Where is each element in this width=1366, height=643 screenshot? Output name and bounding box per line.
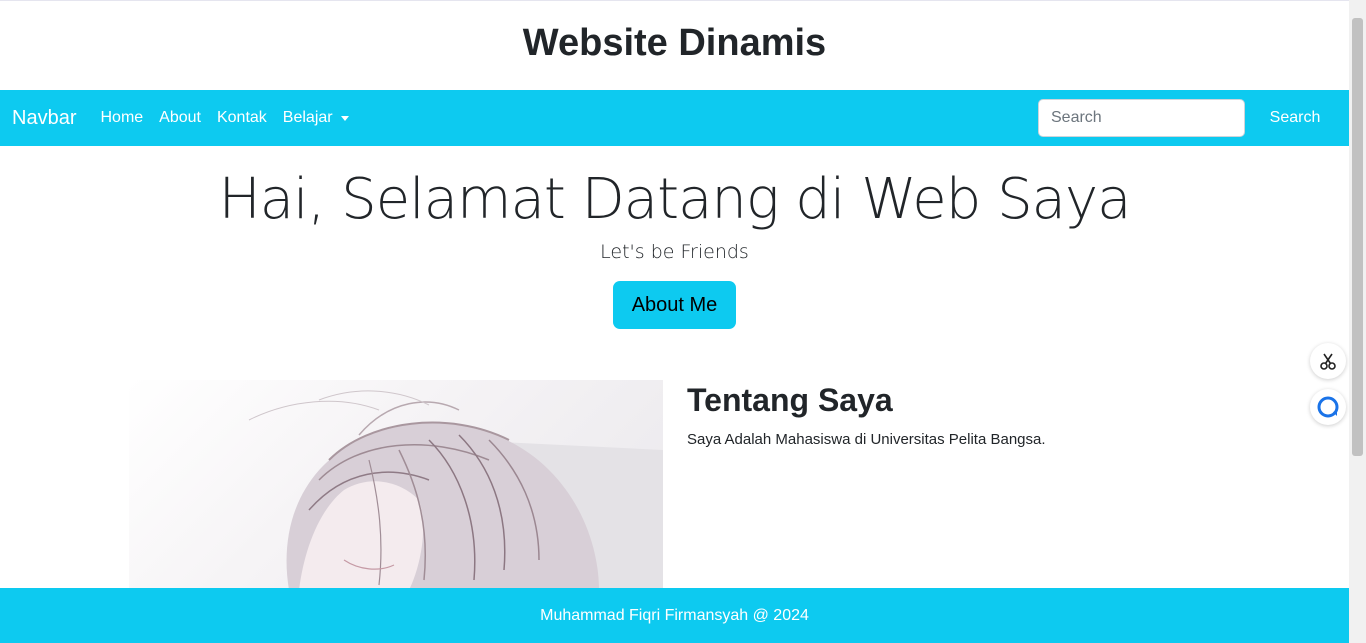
profile-image	[129, 380, 663, 590]
caret-down-icon	[340, 115, 349, 121]
hero-subtitle: Let's be Friends	[600, 241, 749, 263]
navbar-brand[interactable]: Navbar	[12, 107, 76, 130]
nav-link-home[interactable]: Home	[100, 109, 143, 127]
nav-dropdown-label: Belajar	[282, 109, 333, 126]
chat-bubble-glyph	[1317, 396, 1339, 418]
search-input[interactable]	[1038, 99, 1245, 137]
nav-link-about[interactable]: About	[159, 109, 201, 127]
nav-dropdown-belajar[interactable]: Belajar	[283, 109, 349, 127]
navbar: Navbar Home About Kontak Belajar Search	[0, 90, 1349, 146]
anime-portrait-illustration	[248, 390, 663, 590]
footer: Muhammad Fiqri Firmansyah @ 2024	[0, 588, 1349, 643]
vertical-scrollbar[interactable]	[1349, 0, 1366, 643]
page: Website Dinamis Navbar Home About Kontak…	[0, 0, 1349, 643]
chat-bubble-icon[interactable]	[1310, 389, 1346, 425]
search-button[interactable]: Search	[1253, 99, 1337, 137]
site-header: Website Dinamis	[0, 1, 1349, 90]
about-text: Saya Adalah Mahasiswa di Universitas Pel…	[687, 431, 1046, 448]
about-me-button[interactable]: About Me	[613, 281, 736, 329]
about-title: Tentang Saya	[687, 382, 893, 418]
nav-link-kontak[interactable]: Kontak	[217, 109, 267, 127]
scrollbar-thumb[interactable]	[1352, 18, 1363, 456]
hero-title: Hai, Selamat Datang di Web Saya	[218, 167, 1132, 232]
footer-text: Muhammad Fiqri Firmansyah @ 2024	[540, 607, 809, 624]
hero: Hai, Selamat Datang di Web Saya Let's be…	[0, 146, 1349, 329]
search-form: Search	[1038, 99, 1349, 137]
site-title: Website Dinamis	[522, 22, 827, 64]
scissors-glyph	[1320, 353, 1336, 370]
scissors-icon[interactable]	[1310, 343, 1346, 379]
